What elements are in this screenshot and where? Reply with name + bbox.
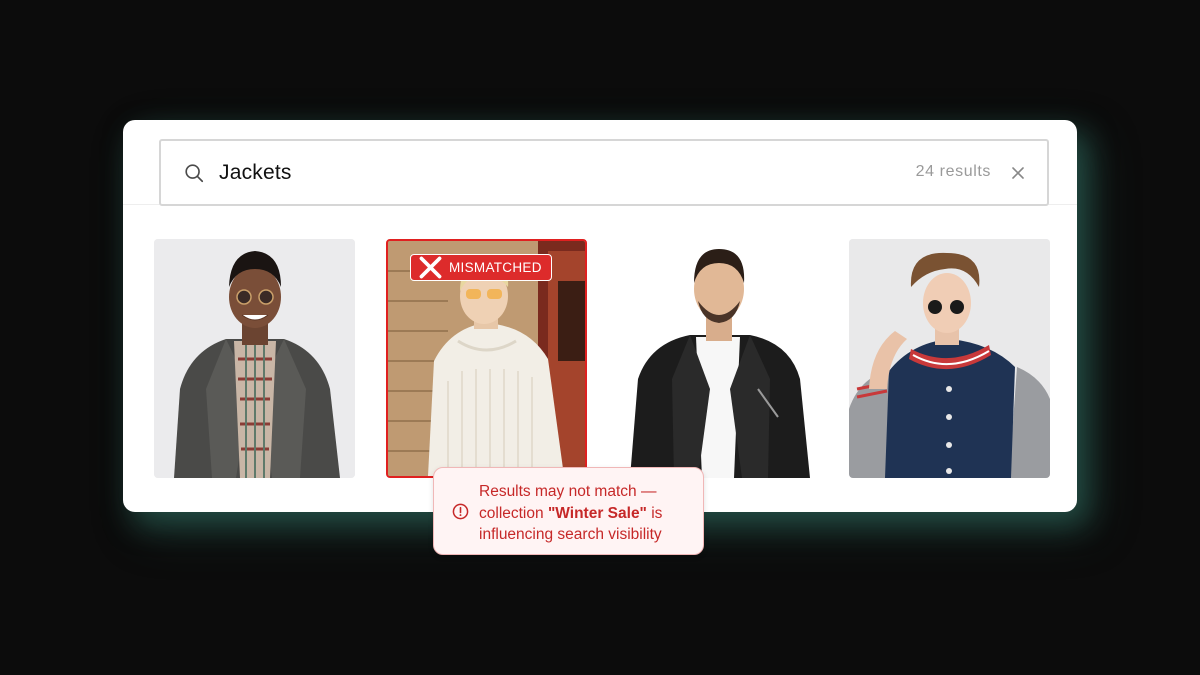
product-image-varsity-jacket [849, 239, 1050, 478]
product-tile-4[interactable] [849, 239, 1050, 478]
mismatch-badge-label: MISMATCHED [449, 260, 542, 275]
mismatch-badge: MISMATCHED [410, 254, 552, 281]
result-count: 24 results [915, 163, 991, 180]
search-input[interactable] [219, 155, 839, 191]
product-tile-3[interactable] [618, 239, 819, 478]
product-tile-2-mismatched[interactable]: MISMATCHED [386, 239, 587, 478]
search-results-card: 24 results [123, 120, 1077, 512]
collection-name: "Winter Sale" [547, 504, 647, 522]
warning-message: Results may not match — collection "Wint… [479, 481, 699, 546]
search-icon [185, 164, 204, 183]
warning-line-2: collection "Winter Sale" is [479, 503, 699, 525]
product-image-grey-leather-jacket [154, 239, 355, 478]
warning-suffix: is [646, 504, 663, 522]
warning-line-1: Results may not match — [479, 483, 657, 500]
search-header: 24 results [123, 120, 1077, 206]
search-bar[interactable]: 24 results [159, 139, 1049, 206]
warning-prefix: collection [479, 504, 548, 522]
visibility-warning-tooltip: Results may not match — collection "Wint… [433, 467, 704, 555]
stage: 24 results [0, 0, 1200, 675]
product-tile-1[interactable] [154, 239, 355, 478]
alert-circle-icon [452, 503, 469, 520]
close-icon [419, 256, 442, 279]
product-image-black-leather-jacket [618, 239, 819, 478]
warning-line-3: influencing search visibility [479, 526, 662, 543]
close-icon[interactable] [1009, 164, 1027, 182]
